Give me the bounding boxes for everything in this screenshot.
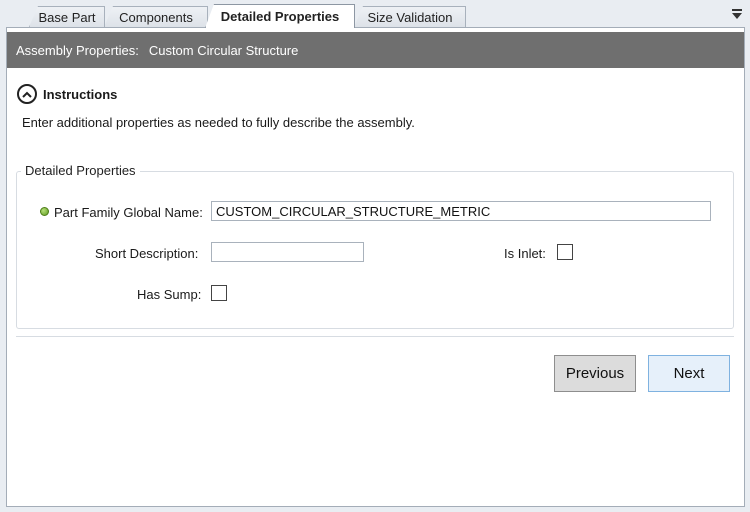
instructions-title: Instructions [43,86,118,102]
chevron-up-icon [22,91,32,98]
previous-button[interactable]: Previous [554,355,636,392]
part-family-label: Part Family Global Name: [54,205,203,220]
part-family-value: CUSTOM_CIRCULAR_STRUCTURE_METRIC [216,203,491,219]
status-dot-icon [40,207,49,216]
instructions-text: Enter additional properties as needed to… [22,115,415,130]
tab-menu-dropdown-icon[interactable] [730,8,744,20]
has-sump-checkbox[interactable] [211,285,227,301]
header-label: Assembly Properties: [16,42,139,58]
is-inlet-checkbox[interactable] [557,244,573,260]
collapse-instructions-button[interactable] [17,84,37,104]
group-title: Detailed Properties [21,163,140,178]
has-sump-label: Has Sump: [137,287,202,302]
divider [16,336,734,337]
is-inlet-label: Is Inlet: [504,246,546,261]
properties-panel: Assembly Properties: Custom Circular Str… [6,27,745,507]
tab-bar: Base Part Components Detailed Properties… [0,0,750,28]
short-description-input[interactable] [211,242,364,262]
tab-base-part[interactable]: Base Part [29,6,105,27]
next-button[interactable]: Next [648,355,730,392]
tab-size-validation[interactable]: Size Validation [354,6,466,27]
tab-components[interactable]: Components [104,6,208,27]
assembly-header: Assembly Properties: Custom Circular Str… [7,32,744,68]
instructions-row: Instructions [17,84,117,104]
header-value: Custom Circular Structure [148,42,299,58]
detailed-properties-group: Detailed Properties Part Family Global N… [16,163,734,329]
part-family-input[interactable]: CUSTOM_CIRCULAR_STRUCTURE_METRIC [211,201,711,221]
short-description-label: Short Description: [95,246,199,261]
tab-detailed-properties[interactable]: Detailed Properties [205,4,355,28]
